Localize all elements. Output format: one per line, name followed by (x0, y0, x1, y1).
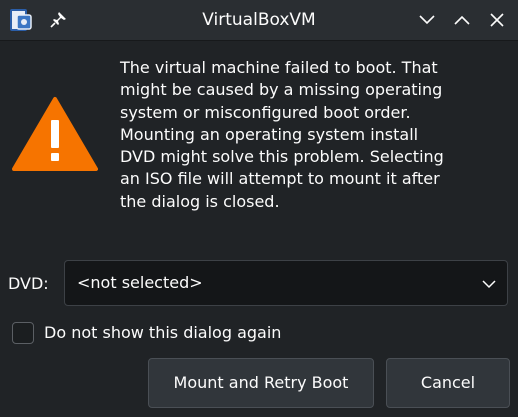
dialog-window: VirtualBoxVM The virtual machine failed … (0, 0, 518, 417)
mount-and-retry-boot-button[interactable]: Mount and Retry Boot (148, 358, 374, 408)
minimize-icon[interactable] (415, 8, 439, 32)
cancel-button[interactable]: Cancel (386, 358, 510, 408)
dvd-select[interactable]: <not selected> (64, 260, 508, 306)
error-message: The virtual machine failed to boot. That… (120, 58, 444, 211)
virtualbox-icon[interactable] (8, 6, 36, 34)
dont-show-again-label[interactable]: Do not show this dialog again (44, 322, 281, 344)
maximize-icon[interactable] (450, 8, 474, 32)
window-title: VirtualBoxVM (202, 10, 316, 30)
close-icon[interactable] (485, 8, 509, 32)
pin-icon[interactable] (48, 10, 68, 30)
title-bar[interactable]: VirtualBoxVM (0, 0, 518, 41)
warning-icon (12, 97, 98, 171)
dvd-selected-value: <not selected> (77, 273, 203, 292)
dont-show-again-checkbox[interactable] (12, 322, 34, 344)
dvd-label: DVD: (8, 274, 49, 293)
chevron-down-icon (482, 280, 496, 289)
